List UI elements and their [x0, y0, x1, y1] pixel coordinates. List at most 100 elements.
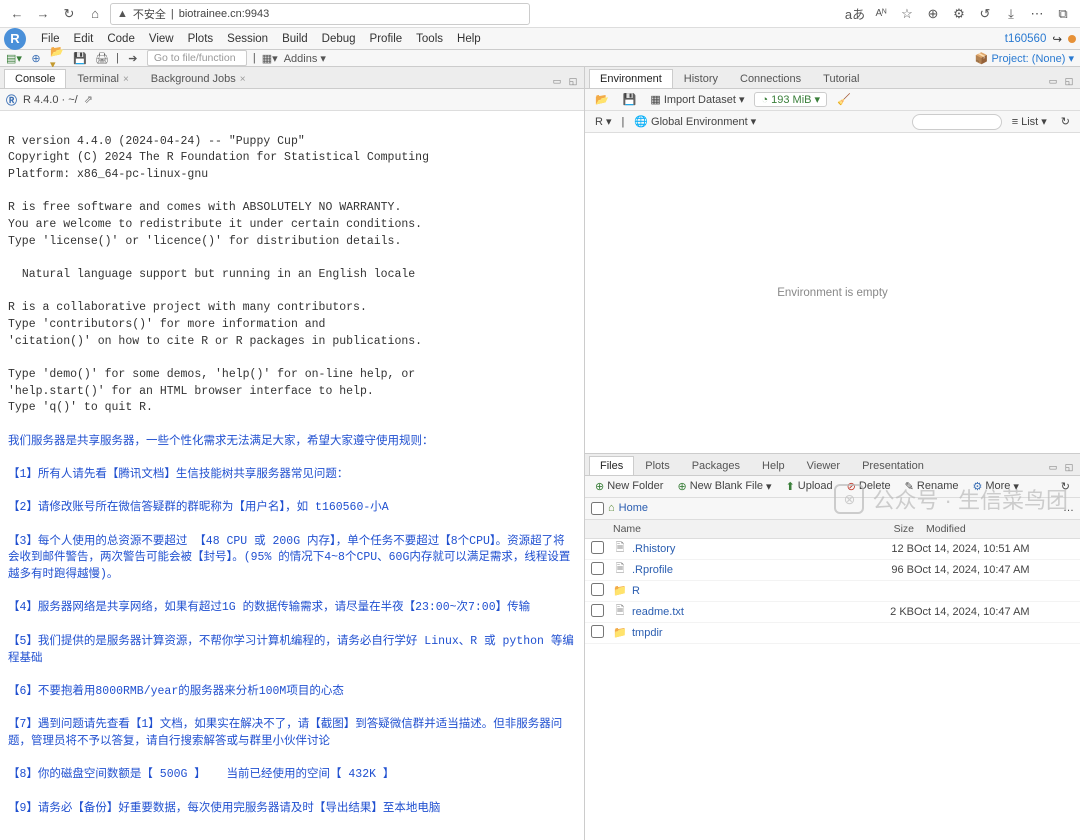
files-more-icon[interactable]: …: [1063, 502, 1074, 514]
print-icon[interactable]: 🖨: [94, 50, 110, 66]
maximize-icon[interactable]: ◱: [566, 74, 580, 88]
maximize-icon[interactable]: ◱: [1062, 74, 1076, 88]
delete-button[interactable]: ⊘ Delete: [843, 479, 895, 494]
tab-packages[interactable]: Packages: [681, 456, 751, 475]
row-checkbox[interactable]: [591, 541, 604, 554]
tab-history[interactable]: History: [673, 69, 729, 88]
breadcrumb-home[interactable]: Home: [619, 502, 648, 514]
more-button[interactable]: ⚙ More ▾: [968, 479, 1022, 494]
close-icon[interactable]: ×: [123, 74, 129, 85]
console-motd-text: 我们服务器是共享服务器，一些个性化需求无法满足大家，希望大家遵守使用规则： 【1…: [8, 435, 574, 815]
download-icon[interactable]: ⤓: [1000, 3, 1022, 25]
close-icon[interactable]: ×: [240, 74, 246, 85]
upload-button[interactable]: ⬆ Upload: [782, 479, 837, 494]
url-bar[interactable]: ▲ 不安全 | biotrainee.cn:9943: [110, 3, 530, 25]
env-search-input[interactable]: [912, 114, 1002, 130]
menu-edit[interactable]: Edit: [67, 33, 101, 45]
rename-button[interactable]: ✎ Rename: [901, 479, 963, 494]
file-name[interactable]: 🗎readme.txt: [613, 605, 844, 619]
row-checkbox[interactable]: [591, 604, 604, 617]
import-dataset-button[interactable]: ▦ Import Dataset ▾: [646, 92, 748, 107]
forward-icon[interactable]: →: [32, 3, 54, 25]
file-name[interactable]: 📁R: [613, 584, 844, 598]
env-view-list[interactable]: ≡ List ▾: [1008, 114, 1051, 129]
menu-build[interactable]: Build: [275, 33, 315, 45]
new-folder-button[interactable]: ⊕ New Folder: [591, 479, 667, 494]
menu-view[interactable]: View: [142, 33, 181, 45]
file-name[interactable]: 📁tmpdir: [613, 626, 844, 640]
menu-code[interactable]: Code: [100, 33, 142, 45]
minimize-icon[interactable]: ▭: [1046, 461, 1060, 475]
env-scope-select[interactable]: 🌐 Global Environment ▾: [630, 114, 760, 129]
tab-terminal[interactable]: Terminal×: [66, 69, 139, 88]
console-sub-label: R 4.4.0 · ~/: [23, 94, 78, 106]
minimize-icon[interactable]: ▭: [550, 74, 564, 88]
font-icon[interactable]: Aᴺ: [870, 3, 892, 25]
home-icon[interactable]: ⌂: [84, 3, 106, 25]
file-name[interactable]: 🗎.Rhistory: [613, 542, 844, 556]
tab-files[interactable]: Files: [589, 456, 634, 475]
tab-connections[interactable]: Connections: [729, 69, 812, 88]
user-id[interactable]: t160560: [1005, 33, 1047, 45]
file-name[interactable]: 🗎.Rprofile: [613, 563, 844, 577]
url-text: biotrainee.cn:9943: [179, 8, 270, 20]
file-modified: Oct 14, 2024, 10:47 AM: [914, 606, 1074, 618]
new-project-icon[interactable]: ⊕: [28, 50, 44, 66]
back-icon[interactable]: ←: [6, 3, 28, 25]
env-empty-text: Environment is empty: [777, 287, 888, 299]
goto-file-input[interactable]: Go to file/function: [147, 50, 247, 66]
project-menu[interactable]: 📦 Project: (None) ▾: [975, 52, 1074, 65]
col-modified[interactable]: Modified: [920, 520, 1080, 538]
menu-file[interactable]: File: [34, 33, 67, 45]
extensions-icon[interactable]: ⊕: [922, 3, 944, 25]
select-all-checkbox[interactable]: [591, 502, 604, 515]
save-workspace-icon[interactable]: 💾: [619, 92, 641, 107]
logout-icon[interactable]: ↪: [1052, 32, 1062, 46]
reader-icon[interactable]: aあ: [844, 3, 866, 25]
folder-icon: 📁: [613, 626, 627, 640]
refresh-icon[interactable]: ↻: [1057, 114, 1074, 129]
menu-help[interactable]: Help: [450, 33, 488, 45]
memory-usage[interactable]: ◔ 193 MiB ▾: [754, 92, 827, 107]
col-size[interactable]: Size: [850, 520, 920, 538]
tab-help[interactable]: Help: [751, 456, 796, 475]
refresh-icon[interactable]: ↻: [58, 3, 80, 25]
row-checkbox[interactable]: [591, 583, 604, 596]
files-header-row: Name Size Modified: [585, 520, 1080, 539]
menu-tools[interactable]: Tools: [409, 33, 450, 45]
menu-profile[interactable]: Profile: [363, 33, 410, 45]
tab-plots-panel[interactable]: Plots: [634, 456, 680, 475]
open-icon[interactable]: 📂▾: [50, 50, 66, 66]
home-icon[interactable]: ⌂: [608, 502, 615, 514]
col-name[interactable]: Name: [607, 520, 850, 538]
tab-presentation[interactable]: Presentation: [851, 456, 935, 475]
save-icon[interactable]: 💾: [72, 50, 88, 66]
maximize-icon[interactable]: ◱: [1062, 461, 1076, 475]
goto-arrow-icon[interactable]: ➔: [125, 50, 141, 66]
row-checkbox[interactable]: [591, 625, 604, 638]
minimize-icon[interactable]: ▭: [1046, 74, 1060, 88]
tab-background-jobs[interactable]: Background Jobs×: [140, 69, 257, 88]
expand-icon[interactable]: ⇗: [84, 93, 93, 106]
tab-viewer[interactable]: Viewer: [796, 456, 851, 475]
files-refresh-icon[interactable]: ↻: [1057, 479, 1074, 494]
menu-plots[interactable]: Plots: [181, 33, 221, 45]
row-checkbox[interactable]: [591, 562, 604, 575]
tab-environment[interactable]: Environment: [589, 69, 673, 88]
favorite-icon[interactable]: ☆: [896, 3, 918, 25]
clear-env-icon[interactable]: 🧹: [833, 92, 855, 107]
console-output[interactable]: R version 4.4.0 (2024-04-24) -- "Puppy C…: [0, 111, 584, 840]
history-icon[interactable]: ↺: [974, 3, 996, 25]
load-workspace-icon[interactable]: 📂: [591, 92, 613, 107]
tab-console[interactable]: Console: [4, 69, 66, 88]
addins-button[interactable]: Addins ▾: [284, 52, 326, 65]
menu-session[interactable]: Session: [220, 33, 275, 45]
copy-icon[interactable]: ⧉: [1052, 3, 1074, 25]
grid-icon[interactable]: ▦▾: [262, 50, 278, 66]
tab-tutorial[interactable]: Tutorial: [812, 69, 870, 88]
menu-debug[interactable]: Debug: [315, 33, 363, 45]
env-lang-select[interactable]: R ▾: [591, 114, 615, 129]
new-file-icon[interactable]: ▤▾: [6, 50, 22, 66]
new-blank-file-button[interactable]: ⊕ New Blank File ▾: [673, 479, 775, 494]
settings-icon[interactable]: ⚙: [948, 3, 970, 25]
